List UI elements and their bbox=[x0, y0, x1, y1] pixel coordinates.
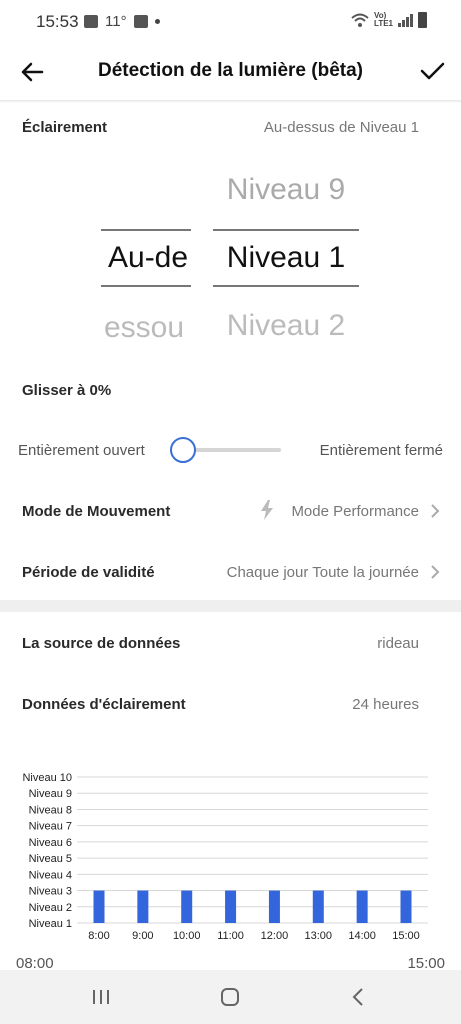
temperature: 11° bbox=[105, 13, 127, 30]
app-header: Détection de la lumière (bêta) bbox=[0, 44, 461, 100]
x-tick-label: 10:00 bbox=[173, 930, 201, 942]
chart-bar bbox=[181, 890, 193, 923]
validity-value: Chaque jour Toute la journée bbox=[226, 564, 419, 581]
status-icons-right: Vo) LTE1 bbox=[351, 12, 427, 28]
x-tick-label: 11:00 bbox=[217, 930, 244, 942]
confirm-check-icon[interactable] bbox=[417, 56, 447, 86]
chevron-right-icon bbox=[431, 504, 440, 518]
x-tick-label: 13:00 bbox=[305, 930, 333, 942]
chart-bar bbox=[400, 890, 412, 923]
lighting-data-value: 24 heures bbox=[352, 696, 419, 713]
slide-right-label: Entièrement fermé bbox=[319, 442, 443, 459]
lightning-icon bbox=[261, 500, 273, 520]
page-title: Détection de la lumière (bêta) bbox=[97, 60, 363, 81]
chart-bar bbox=[356, 890, 368, 923]
picker-left-line-bottom bbox=[101, 285, 191, 287]
signal-icon bbox=[398, 13, 413, 27]
y-tick-label: Niveau 8 bbox=[29, 804, 72, 816]
header-divider bbox=[0, 100, 461, 103]
y-tick-label: Niveau 5 bbox=[29, 853, 72, 865]
y-tick-label: Niveau 7 bbox=[29, 821, 72, 833]
y-tick-label: Niveau 4 bbox=[29, 869, 72, 881]
picker-right-below[interactable]: Niveau 2 bbox=[212, 309, 360, 343]
x-tick-label: 9:00 bbox=[132, 930, 153, 942]
picker-right-selected[interactable]: Niveau 1 bbox=[212, 241, 360, 275]
lighting-label: Éclairement bbox=[22, 119, 108, 136]
status-icons-left: 11° bbox=[84, 13, 160, 30]
status-bar: 15:53 11° Vo) LTE1 bbox=[0, 0, 461, 44]
motion-mode-label: Mode de Mouvement bbox=[22, 503, 171, 520]
y-tick-label: Niveau 6 bbox=[29, 837, 72, 849]
back-icon[interactable] bbox=[346, 984, 372, 1010]
x-tick-label: 15:00 bbox=[392, 930, 420, 942]
volte-lte-icon: Vo) LTE1 bbox=[374, 11, 393, 28]
dot-icon bbox=[154, 19, 160, 24]
y-tick-label: Niveau 1 bbox=[29, 918, 72, 930]
x-tick-label: 12:00 bbox=[261, 930, 289, 942]
y-tick-label: Niveau 3 bbox=[29, 886, 72, 898]
picker-right-column[interactable]: Niveau 9 Niveau 1 Niveau 2 bbox=[212, 165, 360, 355]
recent-apps-icon[interactable] bbox=[88, 984, 114, 1010]
chart-bar bbox=[312, 890, 324, 923]
picker-left-below[interactable]: essou bbox=[100, 311, 192, 345]
y-tick-label: Niveau 9 bbox=[29, 788, 72, 800]
picker-left-line-top bbox=[101, 229, 191, 231]
validity-label: Période de validité bbox=[22, 564, 155, 581]
slide-label: Glisser à 0% bbox=[22, 382, 112, 399]
picker-right-above[interactable]: Niveau 9 bbox=[212, 173, 360, 207]
lighting-data-label: Données d'éclairement bbox=[22, 696, 186, 713]
lighting-chart: Niveau 1 Niveau 2 Niveau 3 Niveau 4 Niveau 5… bbox=[22, 772, 428, 942]
system-nav-bar bbox=[0, 970, 461, 1024]
battery-icon bbox=[418, 12, 427, 28]
y-tick-label: Niveau 10 bbox=[22, 772, 72, 784]
picker-right-line-bottom bbox=[213, 285, 359, 287]
chevron-right-icon bbox=[431, 565, 440, 579]
x-tick-label: 8:00 bbox=[88, 930, 109, 942]
mail-icon bbox=[133, 15, 148, 28]
x-tick-label: 14:00 bbox=[348, 930, 376, 942]
slide-slider-track[interactable] bbox=[183, 448, 281, 452]
slide-slider-thumb[interactable] bbox=[170, 437, 196, 463]
gallery-icon bbox=[84, 15, 98, 28]
lighting-value: Au-dessus de Niveau 1 bbox=[263, 119, 419, 136]
wifi-icon bbox=[351, 13, 369, 27]
picker-left-selected[interactable]: Au-de bbox=[100, 241, 192, 275]
chart-bar bbox=[93, 890, 105, 923]
chart-bar bbox=[268, 890, 280, 923]
section-divider bbox=[0, 600, 461, 612]
picker-left-column[interactable]: Au-de essou bbox=[100, 165, 192, 355]
motion-mode-value: Mode Performance bbox=[291, 503, 419, 520]
data-source-label: La source de données bbox=[22, 635, 181, 652]
home-icon[interactable] bbox=[217, 984, 243, 1010]
picker-right-line-top bbox=[213, 229, 359, 231]
status-time: 15:53 bbox=[36, 12, 79, 31]
chart-bar bbox=[137, 890, 149, 923]
slide-left-label: Entièrement ouvert bbox=[18, 442, 145, 459]
data-source-value: rideau bbox=[377, 635, 419, 652]
y-tick-label: Niveau 2 bbox=[29, 902, 72, 914]
chart-bar bbox=[225, 890, 237, 923]
